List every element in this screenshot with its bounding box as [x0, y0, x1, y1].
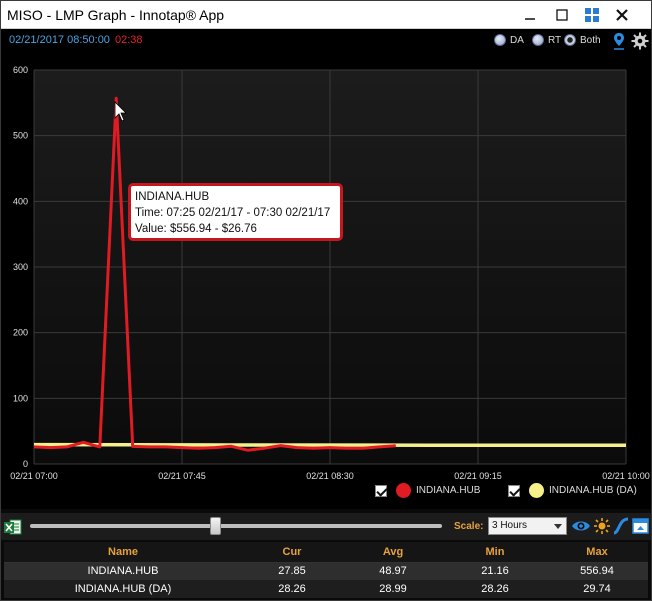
legend-checkbox[interactable]: [508, 484, 520, 497]
legend-color-dot: [529, 483, 544, 498]
app-window: MISO - LMP Graph - Innotap® App 02/21/20…: [0, 0, 652, 601]
window-title: MISO - LMP Graph - Innotap® App: [7, 7, 225, 23]
cell-min: 21.16: [444, 562, 546, 580]
close-icon: [616, 9, 628, 21]
table-row[interactable]: INDIANA.HUB 27.85 48.97 21.16 556.94: [4, 562, 648, 580]
y-tick-label: 300: [13, 262, 28, 272]
y-tick-label: 400: [13, 196, 28, 206]
cell-min: 28.26: [444, 580, 546, 598]
cell-max: 556.94: [546, 562, 648, 580]
mode-radio-da[interactable]: DA: [494, 34, 524, 46]
tooltip-title: INDIANA.HUB: [135, 191, 210, 203]
x-tick-label: 02/21 07:00: [10, 471, 58, 481]
header-bar: 02/21/2017 08:50:00 02:38 DA RT Both: [1, 29, 651, 53]
cell-name: INDIANA.HUB (DA): [4, 580, 242, 598]
countdown-label: 02:38: [115, 34, 143, 46]
tooltip-value: Value: $556.94 - $26.76: [135, 223, 257, 235]
minimize-button[interactable]: [515, 1, 545, 29]
maximize-button[interactable]: [547, 1, 577, 29]
column-header-min[interactable]: Min: [444, 542, 546, 563]
mode-radio-label: Both: [580, 34, 601, 46]
column-header-avg[interactable]: Avg: [342, 542, 444, 563]
legend-color-dot: [396, 483, 411, 498]
scale-label: Scale:: [454, 521, 484, 532]
legend-label: INDIANA.HUB: [416, 485, 481, 496]
time-range-slider[interactable]: [30, 524, 442, 528]
slider-thumb[interactable]: [209, 517, 221, 535]
mode-radio-both[interactable]: Both: [564, 34, 601, 46]
toolbar: Scale: 3 Hours: [1, 513, 651, 540]
x-tick-label: 02/21 07:45: [158, 471, 206, 481]
mode-radio-label: DA: [510, 34, 524, 46]
legend-item-indiana-hub-da[interactable]: INDIANA.HUB (DA): [508, 483, 637, 498]
mode-radio-rt[interactable]: RT: [532, 34, 561, 46]
table-header-row: Name Cur Avg Min Max: [4, 542, 648, 563]
chevron-down-icon: [554, 524, 562, 529]
column-header-max[interactable]: Max: [546, 542, 648, 563]
radio-dot: [532, 34, 544, 46]
date-time-label: 02/21/2017 08:50:00: [9, 34, 110, 46]
eye-icon[interactable]: [571, 519, 591, 533]
map-pin-icon[interactable]: [612, 32, 626, 50]
scale-dropdown[interactable]: 3 Hours: [488, 517, 567, 535]
minimize-icon: [525, 18, 535, 20]
series-line-indiana-hub-da[interactable]: [33, 442, 627, 448]
table-row[interactable]: INDIANA.HUB (DA) 28.26 28.99 28.26 29.74: [4, 580, 648, 598]
y-tick-label: 200: [13, 328, 28, 338]
y-tick-label: 500: [13, 131, 28, 141]
cell-avg: 48.97: [342, 562, 444, 580]
cell-cur: 27.85: [242, 562, 342, 580]
tile-button[interactable]: [577, 1, 607, 29]
radio-dot: [494, 34, 506, 46]
data-tooltip: INDIANA.HUB Time: 07:25 02/21/17 - 07:30…: [128, 183, 343, 241]
tooltip-time: Time: 07:25 02/21/17 - 07:30 02/21/17: [135, 207, 331, 219]
legend-item-indiana-hub[interactable]: INDIANA.HUB: [375, 483, 480, 498]
curve-icon[interactable]: [613, 517, 629, 535]
cell-name: INDIANA.HUB: [4, 562, 242, 580]
y-tick-label: 100: [13, 393, 28, 403]
chart-legend: INDIANA.HUB INDIANA.HUB (DA): [1, 481, 651, 503]
mode-radio-label: RT: [548, 34, 562, 46]
column-header-name[interactable]: Name: [4, 542, 242, 563]
y-tick-label: 0: [23, 459, 28, 469]
radio-dot-selected: [564, 34, 576, 46]
legend-checkbox[interactable]: [375, 484, 387, 497]
scale-value: 3 Hours: [492, 520, 528, 531]
x-tick-label: 02/21 10:00: [602, 471, 650, 481]
x-tick-label: 02/21 08:30: [306, 471, 354, 481]
excel-export-icon[interactable]: [4, 518, 22, 536]
tile-icon: [585, 8, 599, 22]
sun-icon[interactable]: [593, 517, 611, 535]
column-header-cur[interactable]: Cur: [242, 542, 342, 563]
summary-table: Name Cur Avg Min Max INDIANA.HUB 27.85 4…: [4, 542, 648, 598]
cell-cur: 28.26: [242, 580, 342, 598]
gear-icon[interactable]: [631, 32, 649, 50]
legend-label: INDIANA.HUB (DA): [549, 485, 637, 496]
y-tick-label: 600: [13, 65, 28, 75]
chart-area[interactable]: 600 500 400 300 200 100 0 02/21 07:00 02/21 07:4…: [1, 53, 651, 509]
panel-toggle-icon[interactable]: [632, 517, 649, 535]
title-bar[interactable]: MISO - LMP Graph - Innotap® App: [1, 1, 651, 29]
cell-max: 29.74: [546, 580, 648, 598]
maximize-icon: [556, 9, 568, 21]
lmp-chart[interactable]: 600 500 400 300 200 100 0 02/21 07:00 02/21 07:4…: [1, 53, 651, 509]
close-button[interactable]: [607, 1, 637, 29]
cell-avg: 28.99: [342, 580, 444, 598]
x-tick-label: 02/21 09:15: [454, 471, 502, 481]
